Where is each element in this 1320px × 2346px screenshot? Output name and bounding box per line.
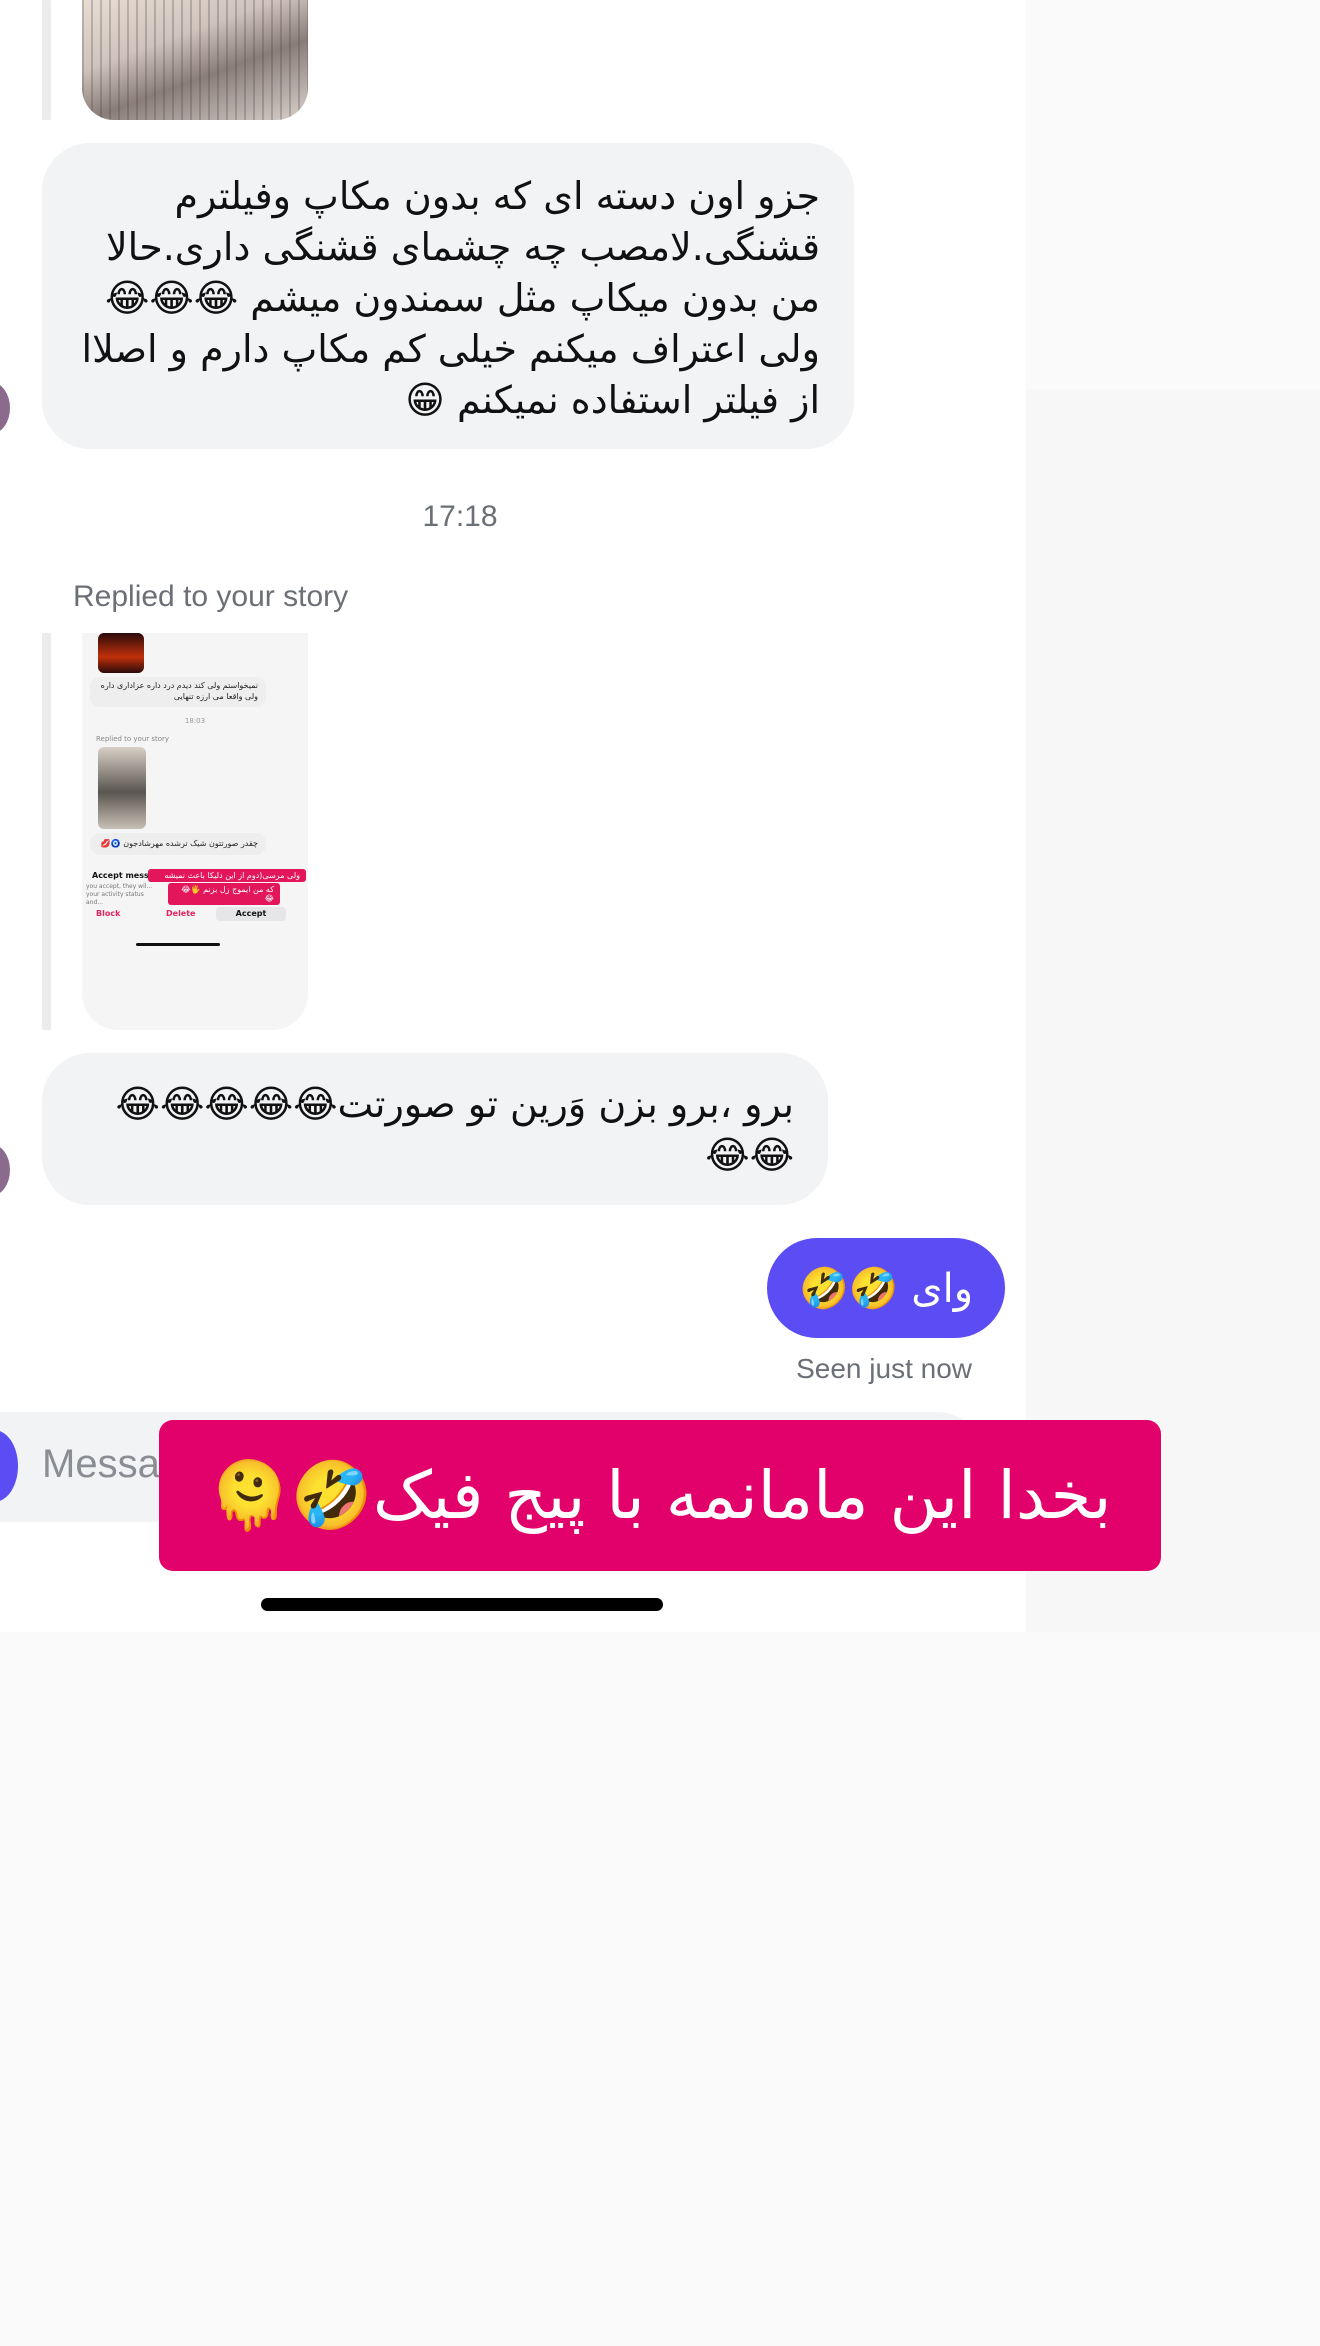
mini-time: 18:03 (184, 717, 206, 725)
sent-message-bubble[interactable]: وای 🤣🤣 (767, 1238, 1005, 1338)
chat-thread: جزو اون دسته ای که بدون مکاپ وفیلترم قشن… (0, 0, 1026, 1632)
mini-accept-body: you accept, they wil... your activity st… (86, 883, 153, 906)
message-timestamp: 17:18 (422, 500, 498, 533)
story-thumbnail[interactable]: نمیخواستم ولی کند دیدم درد داره عزاداری … (82, 633, 308, 1030)
received-message-bubble[interactable]: جزو اون دسته ای که بدون مکاپ وفیلترم قشن… (42, 143, 854, 449)
seen-status: Seen just now (796, 1353, 972, 1384)
story-thread-line (42, 633, 51, 1030)
mini-bubble-1: نمیخواستم ولی کند دیدم درد داره عزاداری … (90, 677, 266, 707)
message-input[interactable]: Messa (42, 1442, 160, 1487)
mini-accept-button: Accept (216, 907, 286, 921)
mini-delete-button: Delete (166, 909, 196, 918)
mini-block-button: Block (96, 909, 121, 918)
home-indicator (261, 1598, 663, 1611)
mini-story-image (98, 633, 144, 673)
mini-story-photo (98, 747, 146, 829)
mini-home-indicator (136, 943, 220, 946)
story-reply-label: Replied to your story (73, 580, 349, 613)
received-message-bubble[interactable]: برو ،برو بزن وَرین تو صورتت😂😂😂😂😂😂😂 (42, 1053, 828, 1205)
mini-banner-1: ولی مرسی(دوم از این دلیکا باعث نمیشه (148, 869, 306, 882)
shared-photo[interactable] (82, 0, 308, 120)
sender-avatar[interactable] (0, 1144, 10, 1196)
story-thread-line (42, 0, 51, 120)
overlay-caption: بخدا این مامانمه با پیج فیک🤣🫠 (159, 1420, 1161, 1571)
mini-bubble-2: چقدر صورتتون شیک ترشده مهرشادجون 🧿💋 (90, 833, 266, 855)
mini-replied-label: Replied to your story (96, 735, 170, 743)
sender-avatar[interactable] (0, 382, 10, 434)
mini-banner-2: که من ایموج زل بزنم 🖐😂😂 (168, 883, 280, 905)
